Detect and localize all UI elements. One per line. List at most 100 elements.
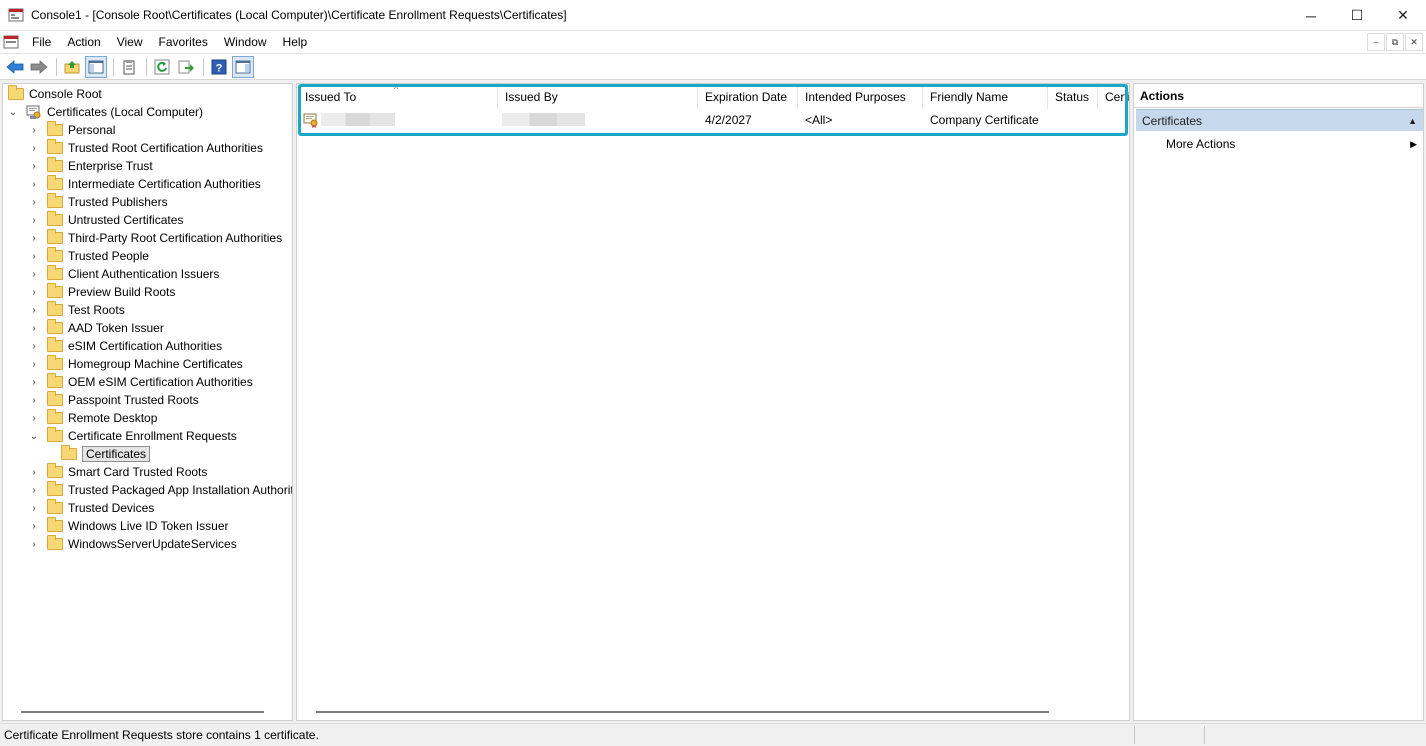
- chevron-right-icon[interactable]: ›: [29, 211, 39, 229]
- export-list-icon[interactable]: [175, 56, 197, 78]
- chevron-right-icon[interactable]: ›: [29, 121, 39, 139]
- column-certificate-template[interactable]: Certi: [1097, 84, 1129, 110]
- tree-item-trusted-devices[interactable]: › Trusted Devices: [29, 499, 154, 517]
- chevron-right-icon[interactable]: ›: [29, 193, 39, 211]
- chevron-right-icon[interactable]: ›: [29, 481, 39, 499]
- tree-item-oem-esim-certification-authorities[interactable]: › OEM eSIM Certification Authorities: [29, 373, 253, 391]
- tree-item-test-roots[interactable]: › Test Roots: [29, 301, 125, 319]
- mdi-minimize-button[interactable]: –: [1367, 33, 1385, 51]
- mmc-document-icon[interactable]: [3, 34, 19, 50]
- chevron-down-icon[interactable]: ⌄: [29, 427, 39, 445]
- chevron-right-icon[interactable]: ›: [29, 535, 39, 553]
- column-status[interactable]: Status: [1047, 84, 1097, 110]
- folder-icon: [47, 355, 63, 370]
- menu-file[interactable]: File: [24, 31, 59, 53]
- chevron-right-icon[interactable]: ›: [29, 355, 39, 373]
- tree-item-label: Preview Build Roots: [68, 285, 176, 299]
- mdi-restore-button[interactable]: ⧉: [1386, 33, 1404, 51]
- show-hide-tree-icon[interactable]: [85, 55, 107, 78]
- column-expiration-date[interactable]: Expiration Date: [697, 84, 797, 110]
- column-intended-purposes[interactable]: Intended Purposes: [797, 84, 922, 110]
- menu-view[interactable]: View: [109, 31, 151, 53]
- chevron-right-icon[interactable]: ›: [29, 409, 39, 427]
- tree-item-windows-live-id-token-issuer[interactable]: › Windows Live ID Token Issuer: [29, 517, 229, 535]
- column-issued-by[interactable]: Issued By: [497, 84, 697, 110]
- tree-item-trusted-publishers[interactable]: › Trusted Publishers: [29, 193, 168, 211]
- tree-item-passpoint-trusted-roots[interactable]: › Passpoint Trusted Roots: [29, 391, 199, 409]
- properties-icon[interactable]: [118, 56, 140, 78]
- chevron-right-icon[interactable]: ›: [29, 373, 39, 391]
- tree-item-homegroup-machine-certificates[interactable]: › Homegroup Machine Certificates: [29, 355, 243, 373]
- horizontal-scrollbar[interactable]: [21, 711, 264, 713]
- tree-item-trusted-people[interactable]: › Trusted People: [29, 247, 149, 265]
- refresh-icon[interactable]: [151, 56, 173, 78]
- chevron-right-icon[interactable]: ›: [29, 247, 39, 265]
- table-row[interactable]: 4/2/2027 <All> Company Certificate: [297, 110, 1129, 130]
- chevron-right-icon[interactable]: ›: [29, 139, 39, 157]
- tree-item-certificate-enrollment-requests[interactable]: ⌄ Certificate Enrollment Requests: [29, 427, 237, 445]
- menu-favorites[interactable]: Favorites: [151, 31, 216, 53]
- folder-icon: [47, 409, 63, 424]
- mmc-app-icon[interactable]: [8, 7, 24, 23]
- svg-text:?: ?: [216, 62, 223, 74]
- menu-action[interactable]: Action: [59, 31, 108, 53]
- folder-icon: [47, 121, 63, 136]
- tree-item-remote-desktop[interactable]: › Remote Desktop: [29, 409, 157, 427]
- tree-item-smart-card-trusted-roots[interactable]: › Smart Card Trusted Roots: [29, 463, 207, 481]
- tree-item-intermediate-certification-authorities[interactable]: › Intermediate Certification Authorities: [29, 175, 261, 193]
- chevron-down-icon[interactable]: ⌄: [8, 103, 18, 121]
- forward-icon[interactable]: [28, 56, 50, 78]
- cell-friendly-name: Company Certificate: [930, 113, 1039, 127]
- chevron-right-icon[interactable]: ›: [29, 157, 39, 175]
- tree-item-windowsserverupdateservices[interactable]: › WindowsServerUpdateServices: [29, 535, 237, 553]
- tree-item-certificates-local-computer[interactable]: ⌄ Certificates (Local Computer): [8, 103, 203, 121]
- folder-icon: [47, 319, 63, 334]
- submenu-arrow-icon[interactable]: ▶: [1410, 134, 1417, 154]
- maximize-button[interactable]: ☐: [1334, 0, 1380, 31]
- chevron-right-icon[interactable]: ›: [29, 517, 39, 535]
- chevron-right-icon[interactable]: ›: [29, 337, 39, 355]
- column-friendly-name[interactable]: Friendly Name: [922, 84, 1047, 110]
- horizontal-scrollbar[interactable]: [316, 711, 1049, 713]
- help-icon[interactable]: ?: [208, 56, 230, 78]
- chevron-right-icon[interactable]: ›: [29, 319, 39, 337]
- more-actions-link[interactable]: More Actions: [1166, 134, 1235, 154]
- menu-window[interactable]: Window: [216, 31, 275, 53]
- chevron-right-icon[interactable]: ›: [29, 229, 39, 247]
- tree-item-enterprise-trust[interactable]: › Enterprise Trust: [29, 157, 153, 175]
- close-button[interactable]: ✕: [1380, 0, 1426, 31]
- chevron-right-icon[interactable]: ›: [29, 499, 39, 517]
- folder-icon: [47, 157, 63, 172]
- up-folder-icon[interactable]: [61, 56, 83, 78]
- actions-section-certificates[interactable]: Certificates ▲: [1136, 109, 1423, 131]
- tree-item-label: Homegroup Machine Certificates: [68, 357, 243, 371]
- back-icon[interactable]: [4, 56, 26, 78]
- collapse-up-icon[interactable]: ▲: [1408, 110, 1417, 132]
- chevron-right-icon[interactable]: ›: [29, 463, 39, 481]
- minimize-button[interactable]: ─: [1288, 0, 1334, 31]
- console-tree[interactable]: Console Root ⌄ Certificates (Local Compu…: [2, 83, 293, 721]
- chevron-right-icon[interactable]: ›: [29, 301, 39, 319]
- results-pane[interactable]: Issued To ^ Issued By Expiration Date In…: [296, 83, 1130, 721]
- folder-icon: [47, 517, 63, 532]
- tree-item-aad-token-issuer[interactable]: › AAD Token Issuer: [29, 319, 164, 337]
- tree-item-third-party-root-certification-authorities[interactable]: › Third-Party Root Certification Authorit…: [29, 229, 282, 247]
- tree-item-trusted-packaged-app-installation-authorit[interactable]: › Trusted Packaged App Installation Autho…: [29, 481, 292, 499]
- chevron-right-icon[interactable]: ›: [29, 175, 39, 193]
- chevron-right-icon[interactable]: ›: [29, 391, 39, 409]
- tree-item-label: Client Authentication Issuers: [68, 267, 220, 281]
- tree-item-label: Smart Card Trusted Roots: [68, 465, 208, 479]
- tree-item-certificates[interactable]: Certificates: [61, 445, 151, 463]
- chevron-right-icon[interactable]: ›: [29, 283, 39, 301]
- show-hide-action-pane-icon[interactable]: [232, 55, 254, 78]
- tree-item-untrusted-certificates[interactable]: › Untrusted Certificates: [29, 211, 183, 229]
- tree-item-esim-certification-authorities[interactable]: › eSIM Certification Authorities: [29, 337, 222, 355]
- tree-item-preview-build-roots[interactable]: › Preview Build Roots: [29, 283, 175, 301]
- tree-item-personal[interactable]: › Personal: [29, 121, 115, 139]
- tree-item-console-root[interactable]: Console Root: [6, 85, 102, 103]
- mdi-close-button[interactable]: ✕: [1405, 33, 1423, 51]
- menu-help[interactable]: Help: [275, 31, 316, 53]
- chevron-right-icon[interactable]: ›: [29, 265, 39, 283]
- tree-item-trusted-root-certification-authorities[interactable]: › Trusted Root Certification Authorities: [29, 139, 263, 157]
- tree-item-client-authentication-issuers[interactable]: › Client Authentication Issuers: [29, 265, 219, 283]
